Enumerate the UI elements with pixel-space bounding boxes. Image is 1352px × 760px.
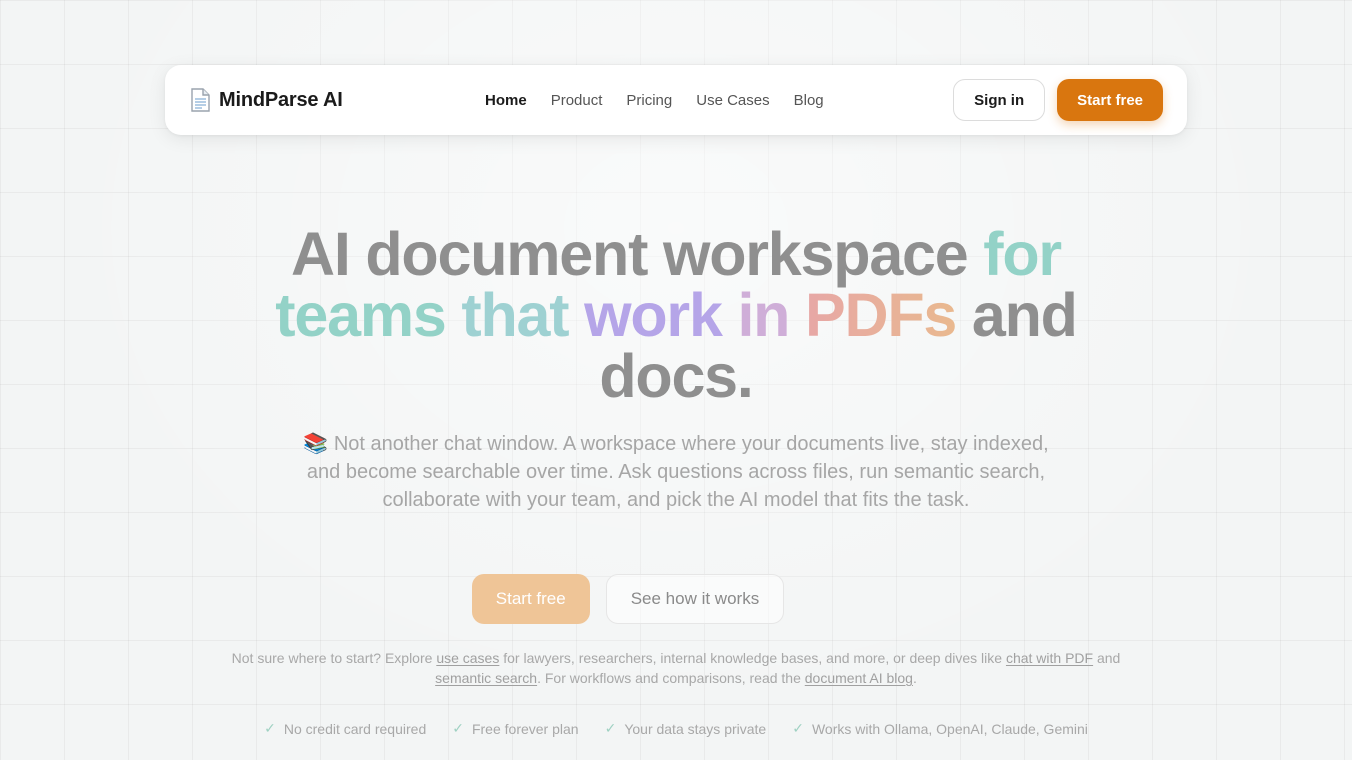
check-icon: ✓ — [452, 720, 464, 736]
explore-text-4: . For workflows and comparisons, read th… — [537, 670, 805, 686]
feature-label: No credit card required — [283, 720, 427, 737]
feature-item: ✓ Free forever plan — [452, 720, 578, 737]
title-part-work: work — [584, 281, 723, 349]
nav-link-product[interactable]: Product — [551, 92, 603, 109]
page-facing-up-icon — [189, 88, 211, 112]
top-navbar: MindParse AI Home Product Pricing Use Ca… — [165, 65, 1187, 135]
see-how-it-works-button[interactable]: See how it works — [605, 574, 785, 624]
brand-name: MindParse AI — [219, 88, 343, 111]
nav-actions: Sign in Start free — [953, 79, 1163, 121]
explore-text-5: . — [912, 670, 917, 686]
feature-label: Free forever plan — [471, 720, 579, 737]
title-part-docs: docs. — [599, 342, 754, 410]
explore-text-1: Not sure where to start? Explore — [231, 650, 437, 666]
nav-link-pricing[interactable]: Pricing — [626, 92, 672, 109]
explore-text-2: for lawyers, researchers, internal knowl… — [499, 650, 1006, 666]
feature-item: ✓ Your data stays private — [605, 720, 767, 737]
chat-with-pdf-link[interactable]: chat with PDF — [1006, 650, 1093, 666]
title-part-pdfs: PDFs — [805, 281, 957, 349]
brand[interactable]: MindParse AI — [189, 88, 469, 112]
feature-item: ✓ Works with Ollama, OpenAI, Claude, Gem… — [792, 720, 1088, 737]
title-part-teams: teams — [275, 281, 447, 349]
hero-title: AI document workspace for teams that wor… — [250, 224, 1102, 407]
title-part-in: in — [737, 281, 790, 349]
books-icon: 📚 — [303, 433, 329, 455]
explore-paragraph: Not sure where to start? Explore use cas… — [226, 648, 1126, 688]
start-free-nav-button[interactable]: Start free — [1057, 79, 1163, 121]
sign-in-button[interactable]: Sign in — [953, 79, 1046, 121]
feature-label: Your data stays private — [624, 720, 767, 737]
title-part-main: AI document workspace — [291, 220, 969, 288]
title-part-that: that — [461, 281, 569, 349]
nav-link-home[interactable]: Home — [485, 92, 527, 109]
hero-subtitle-text: Not another chat window. A workspace whe… — [306, 433, 1049, 511]
explore-text-3: and — [1093, 650, 1121, 666]
title-part-and: and — [971, 281, 1078, 349]
semantic-search-link[interactable]: semantic search — [435, 670, 537, 686]
start-free-hero-button[interactable]: Start free — [471, 574, 590, 624]
nav-link-use-cases[interactable]: Use Cases — [696, 92, 769, 109]
document-ai-blog-link[interactable]: document AI blog — [805, 670, 913, 686]
check-icon: ✓ — [264, 720, 276, 736]
feature-item: ✓ No credit card required — [264, 720, 426, 737]
feature-label: Works with Ollama, OpenAI, Claude, Gemin… — [811, 720, 1088, 737]
nav-links: Home Product Pricing Use Cases Blog — [485, 92, 824, 109]
cta-row: Start free See how it works — [0, 574, 1352, 624]
use-cases-link[interactable]: use cases — [436, 650, 499, 666]
check-icon: ✓ — [792, 720, 804, 736]
title-part-for: for — [983, 220, 1062, 288]
hero-subtitle: 📚 Not another chat window. A workspace w… — [296, 430, 1056, 514]
feature-list: ✓ No credit card required ✓ Free forever… — [0, 720, 1352, 737]
nav-link-blog[interactable]: Blog — [794, 92, 824, 109]
check-icon: ✓ — [604, 720, 617, 736]
